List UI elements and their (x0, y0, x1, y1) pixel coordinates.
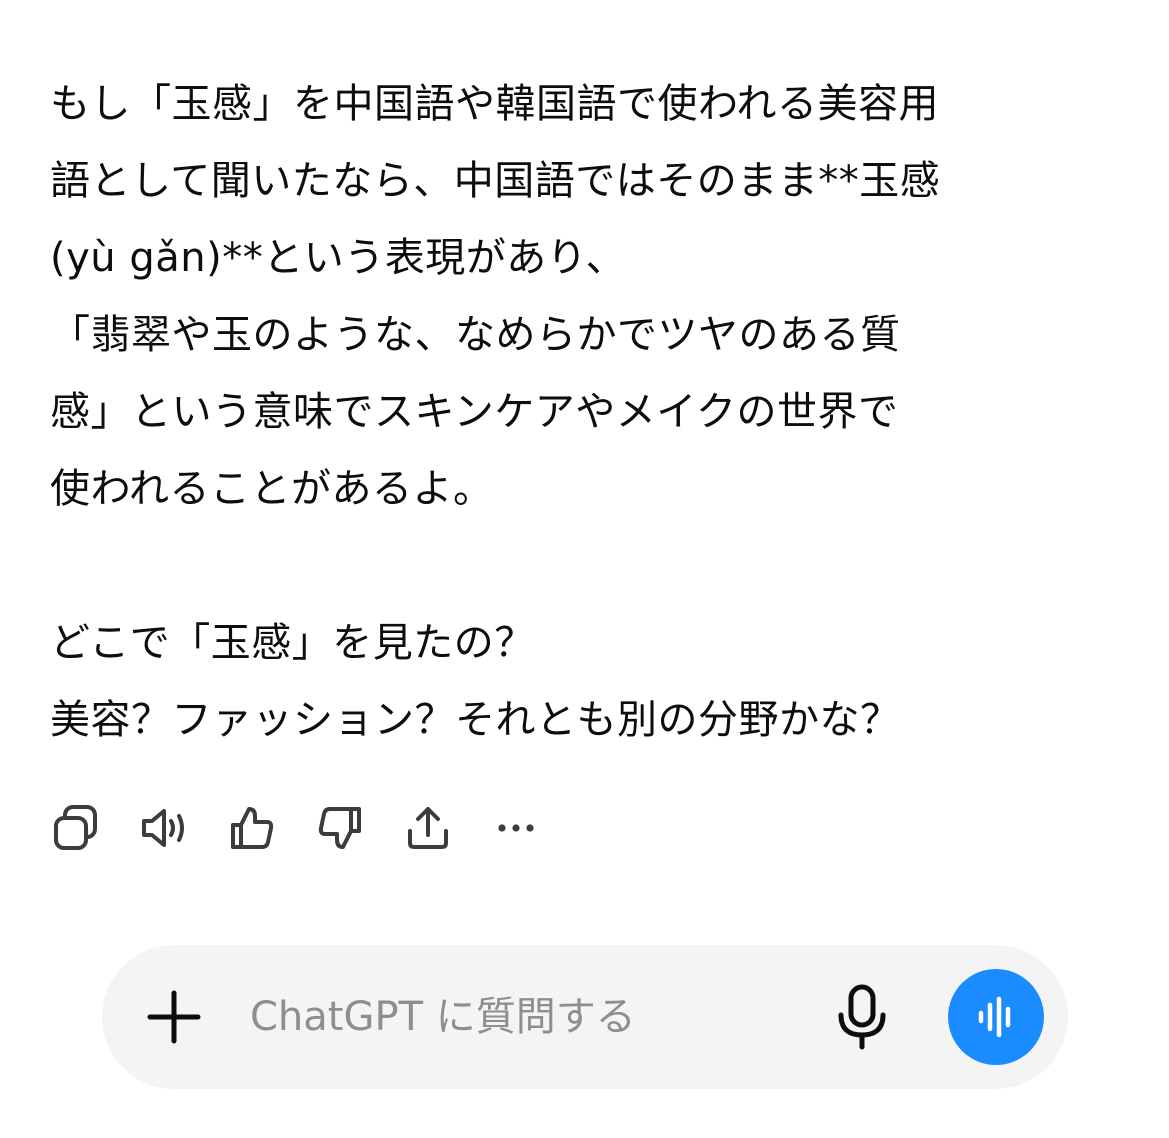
message-actions (48, 800, 576, 856)
message-line: どこで「玉感」を見たの？ (50, 620, 535, 666)
good-response-button[interactable] (224, 800, 280, 856)
message-line: もし「玉感」を中国語や韓国語で使われる美容用 (50, 81, 939, 127)
more-icon (498, 824, 534, 832)
more-options-button[interactable] (488, 800, 544, 856)
prompt-input[interactable] (250, 987, 810, 1047)
message-line: 美容？ファッション？それとも別の分野かな？ (50, 697, 901, 743)
plus-icon (147, 990, 201, 1044)
attach-button[interactable] (142, 985, 206, 1049)
thumbs-up-icon (231, 807, 274, 849)
message-line: 「翡翠や玉のような、なめらかでツヤのある質 (50, 312, 901, 358)
speaker-icon (142, 809, 184, 847)
bad-response-button[interactable] (312, 800, 368, 856)
message-line: (yù gǎn)**という表現があり、 (50, 235, 627, 281)
voice-waveform-icon (978, 996, 1011, 1038)
copy-icon (54, 805, 97, 850)
assistant-message: もし「玉感」を中国語や韓国語で使われる美容用 語として聞いたなら、中国語ではその… (50, 66, 1130, 759)
voice-mode-button[interactable] (948, 969, 1044, 1065)
thumbs-down-icon (318, 807, 361, 849)
dictation-button[interactable] (828, 983, 896, 1051)
message-line: 語として聞いたなら、中国語ではそのまま**玉感 (50, 158, 941, 204)
message-line: 使われることがあるよ。 (50, 466, 494, 512)
share-button[interactable] (400, 800, 456, 856)
read-aloud-button[interactable] (136, 800, 192, 856)
microphone-icon (838, 984, 886, 1050)
composer (102, 945, 1068, 1089)
copy-button[interactable] (48, 800, 104, 856)
share-icon (408, 807, 448, 849)
message-line: 感」という意味でスキンケアやメイクの世界で (50, 389, 899, 435)
